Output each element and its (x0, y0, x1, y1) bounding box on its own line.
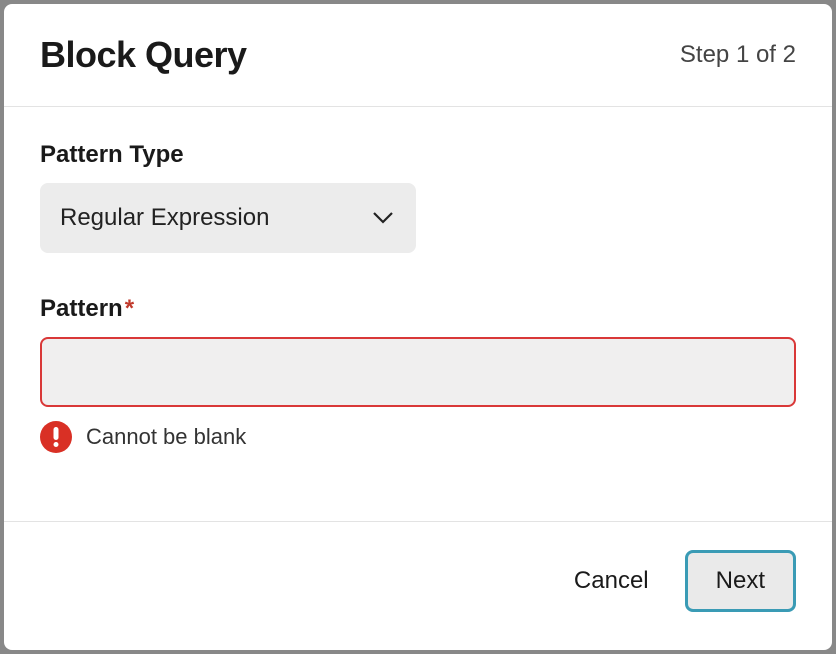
pattern-type-select-wrapper: Regular Expression (40, 183, 416, 253)
pattern-input[interactable] (40, 337, 796, 407)
cancel-button[interactable]: Cancel (566, 555, 657, 607)
pattern-type-label: Pattern Type (40, 141, 796, 169)
pattern-label: Pattern* (40, 295, 796, 323)
pattern-type-selected-value: Regular Expression (60, 204, 269, 232)
dialog-body: Pattern Type Regular Expression Pattern* (4, 107, 832, 521)
pattern-type-field: Pattern Type Regular Expression (40, 141, 796, 253)
required-asterisk: * (125, 295, 134, 322)
step-indicator: Step 1 of 2 (680, 41, 796, 69)
error-icon (40, 421, 72, 453)
next-button[interactable]: Next (685, 550, 796, 612)
pattern-field: Pattern* Cannot be blank (40, 295, 796, 453)
block-query-dialog: Block Query Step 1 of 2 Pattern Type Reg… (4, 4, 832, 650)
pattern-type-select[interactable]: Regular Expression (40, 183, 416, 253)
dialog-header: Block Query Step 1 of 2 (4, 4, 832, 107)
pattern-error-text: Cannot be blank (86, 424, 246, 450)
dialog-title: Block Query (40, 34, 247, 76)
pattern-label-text: Pattern (40, 295, 123, 322)
dialog-footer: Cancel Next (4, 521, 832, 650)
pattern-error: Cannot be blank (40, 421, 796, 453)
